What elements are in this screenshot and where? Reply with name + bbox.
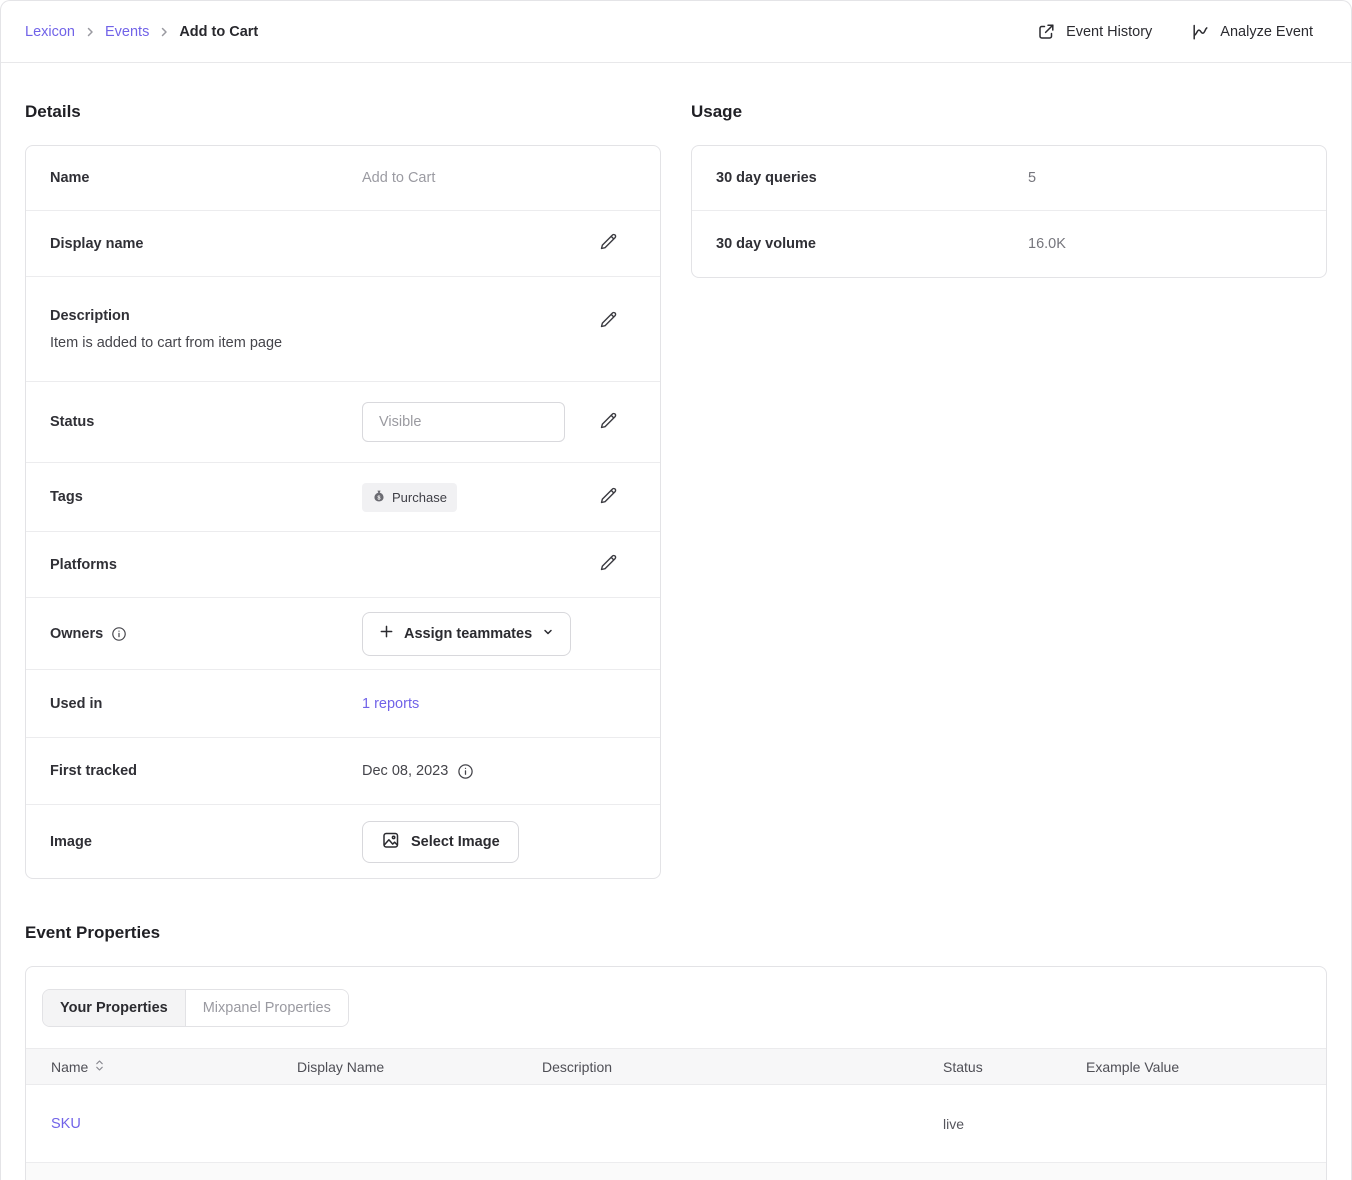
property-status: live bbox=[918, 1116, 1061, 1132]
analyze-event-label: Analyze Event bbox=[1220, 24, 1313, 40]
assign-teammates-label: Assign teammates bbox=[404, 626, 532, 642]
name-value: Add to Cart bbox=[362, 170, 620, 186]
tags-label: Tags bbox=[26, 489, 362, 505]
usage-volume-label: 30 day volume bbox=[692, 236, 1028, 252]
usage-title: Usage bbox=[691, 102, 1327, 122]
detail-row-used-in: Used in 1 reports bbox=[26, 670, 660, 738]
detail-row-display-name: Display name bbox=[26, 211, 660, 277]
column-header-name[interactable]: Name bbox=[51, 1059, 88, 1075]
detail-row-tags: Tags $ Purchase bbox=[26, 463, 660, 532]
tag-chip-purchase[interactable]: $ Purchase bbox=[362, 483, 457, 512]
usage-queries-value: 5 bbox=[1028, 170, 1286, 186]
usage-row-volume: 30 day volume 16.0K bbox=[692, 211, 1326, 277]
details-title: Details bbox=[25, 102, 661, 122]
detail-row-platforms: Platforms bbox=[26, 532, 660, 598]
edit-pencil-icon bbox=[598, 411, 618, 434]
column-header-example-value: Example Value bbox=[1061, 1059, 1326, 1075]
used-in-reports-link[interactable]: 1 reports bbox=[362, 696, 419, 712]
edit-status-button[interactable] bbox=[596, 409, 620, 436]
edit-pencil-icon bbox=[598, 310, 618, 333]
breadcrumb-events[interactable]: Events bbox=[105, 24, 149, 40]
image-icon bbox=[381, 830, 401, 854]
edit-display-name-button[interactable] bbox=[596, 230, 620, 257]
select-image-label: Select Image bbox=[411, 834, 500, 850]
details-section: Details Name Add to Cart Display name bbox=[25, 63, 661, 879]
usage-section: Usage 30 day queries 5 30 day volume 16.… bbox=[691, 63, 1327, 879]
usage-volume-value: 16.0K bbox=[1028, 236, 1286, 252]
detail-row-name: Name Add to Cart bbox=[26, 146, 660, 211]
first-tracked-label: First tracked bbox=[26, 763, 362, 779]
edit-pencil-icon bbox=[598, 486, 618, 509]
event-properties-title: Event Properties bbox=[25, 923, 1327, 943]
edit-tags-button[interactable] bbox=[596, 484, 620, 511]
external-link-icon bbox=[1036, 22, 1056, 42]
details-card: Name Add to Cart Display name bbox=[25, 145, 661, 879]
edit-platforms-button[interactable] bbox=[596, 551, 620, 578]
chevron-down-icon bbox=[542, 626, 554, 642]
first-tracked-value: Dec 08, 2023 bbox=[362, 763, 448, 779]
edit-description-button[interactable] bbox=[596, 308, 620, 335]
image-label: Image bbox=[26, 834, 362, 850]
column-header-status: Status bbox=[918, 1059, 1061, 1075]
tag-label: Purchase bbox=[392, 490, 447, 505]
detail-row-image: Image Select Image bbox=[26, 805, 660, 878]
event-history-label: Event History bbox=[1066, 24, 1152, 40]
properties-table: Name Display Name Description Status Exa… bbox=[26, 1048, 1326, 1180]
info-icon[interactable] bbox=[111, 626, 127, 642]
chevron-right-icon bbox=[84, 26, 96, 38]
usage-queries-label: 30 day queries bbox=[692, 170, 1028, 186]
platforms-label: Platforms bbox=[26, 557, 362, 573]
properties-tabs: Your Properties Mixpanel Properties bbox=[42, 989, 349, 1027]
name-label: Name bbox=[26, 170, 362, 186]
event-history-button[interactable]: Event History bbox=[1036, 22, 1152, 42]
top-bar: Lexicon Events Add to Cart Event Histo bbox=[1, 1, 1351, 63]
detail-row-owners: Owners Assign teammates bbox=[26, 598, 660, 670]
assign-teammates-button[interactable]: Assign teammates bbox=[362, 612, 571, 656]
breadcrumb-lexicon[interactable]: Lexicon bbox=[25, 24, 75, 40]
lexicon-event-detail-page: Lexicon Events Add to Cart Event Histo bbox=[0, 0, 1352, 1180]
event-properties-section: Event Properties Your Properties Mixpane… bbox=[25, 923, 1327, 1180]
property-link-sku[interactable]: SKU bbox=[51, 1116, 81, 1132]
info-icon[interactable] bbox=[457, 763, 474, 780]
detail-row-description: Description Item is added to cart from i… bbox=[26, 277, 660, 382]
tab-mixpanel-properties[interactable]: Mixpanel Properties bbox=[186, 990, 348, 1026]
money-bag-icon: $ bbox=[372, 489, 386, 506]
detail-row-first-tracked: First tracked Dec 08, 2023 bbox=[26, 738, 660, 805]
chevron-right-icon bbox=[158, 26, 170, 38]
column-header-display-name: Display Name bbox=[272, 1059, 517, 1075]
edit-pencil-icon bbox=[598, 232, 618, 255]
line-chart-icon bbox=[1190, 22, 1210, 42]
status-label: Status bbox=[26, 414, 362, 430]
detail-row-status: Status bbox=[26, 382, 660, 463]
owners-label: Owners bbox=[50, 626, 103, 642]
status-input[interactable] bbox=[362, 402, 565, 442]
select-image-button[interactable]: Select Image bbox=[362, 821, 519, 863]
property-row-scroll-pct[interactable]: Scroll % live bbox=[26, 1163, 1326, 1180]
top-bar-actions: Event History Analyze Event bbox=[1036, 22, 1313, 42]
display-name-label: Display name bbox=[26, 236, 362, 252]
breadcrumb: Lexicon Events Add to Cart bbox=[25, 24, 258, 40]
column-header-description: Description bbox=[517, 1059, 918, 1075]
plus-icon bbox=[379, 624, 394, 643]
sort-icon[interactable] bbox=[95, 1059, 104, 1075]
properties-table-header: Name Display Name Description Status Exa… bbox=[26, 1048, 1326, 1085]
description-label: Description bbox=[50, 308, 596, 324]
property-row-sku[interactable]: SKU live bbox=[26, 1085, 1326, 1163]
tab-your-properties[interactable]: Your Properties bbox=[43, 990, 186, 1026]
analyze-event-button[interactable]: Analyze Event bbox=[1190, 22, 1313, 42]
used-in-label: Used in bbox=[26, 696, 362, 712]
event-properties-card: Your Properties Mixpanel Properties Name… bbox=[25, 966, 1327, 1180]
main-content: Details Name Add to Cart Display name bbox=[1, 63, 1351, 1180]
edit-pencil-icon bbox=[598, 553, 618, 576]
usage-row-queries: 30 day queries 5 bbox=[692, 146, 1326, 211]
breadcrumb-current-event: Add to Cart bbox=[179, 24, 258, 40]
usage-card: 30 day queries 5 30 day volume 16.0K bbox=[691, 145, 1327, 278]
description-value: Item is added to cart from item page bbox=[50, 335, 596, 351]
